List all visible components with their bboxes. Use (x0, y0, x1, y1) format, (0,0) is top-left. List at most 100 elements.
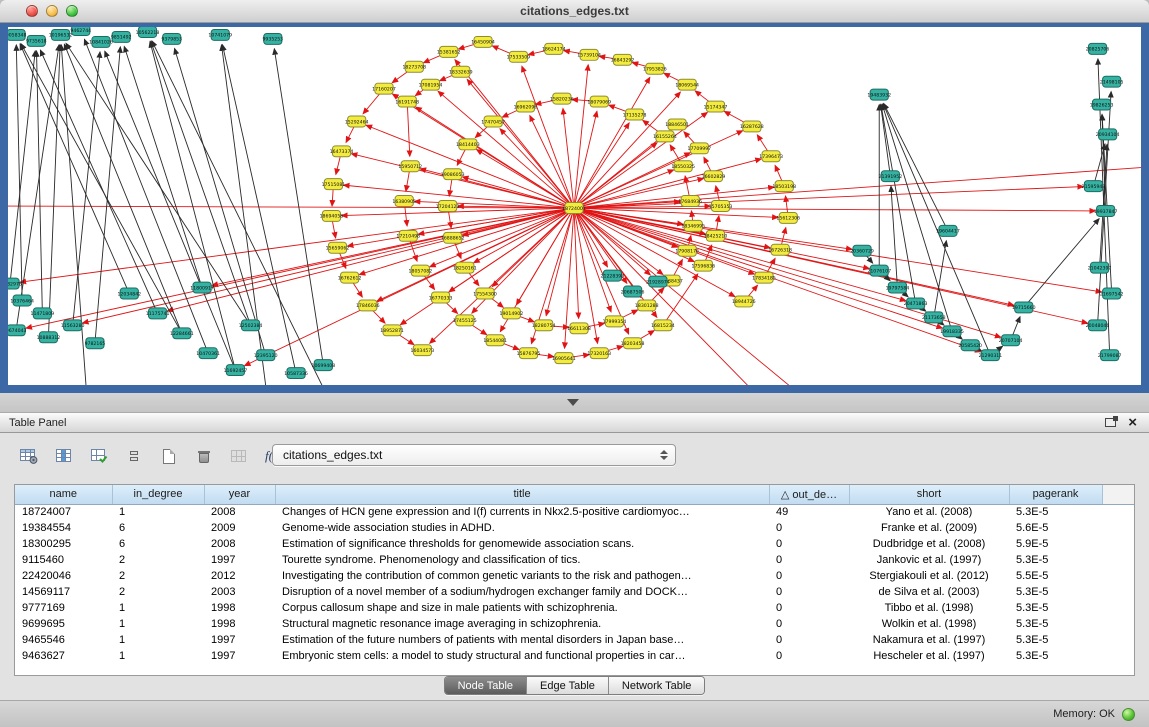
graph-node[interactable]: 16770333 (429, 292, 453, 303)
table-cell[interactable]: Structural magnetic resonance image aver… (275, 616, 769, 632)
column-header-in_degree[interactable]: in_degree (112, 485, 204, 504)
table-cell[interactable]: 0 (769, 632, 849, 648)
graph-node[interactable]: 17684936 (678, 196, 702, 207)
graph-node[interactable]: 9674043 (8, 325, 26, 336)
graph-node[interactable]: 19918335 (940, 326, 964, 337)
graph-node[interactable]: 10741079 (208, 29, 232, 40)
splitter-handle-icon[interactable] (567, 399, 579, 406)
graph-node[interactable]: 19715660 (1012, 302, 1036, 313)
table-cell[interactable]: Genome-wide association studies in ADHD. (275, 520, 769, 536)
graph-node[interactable]: 18250161 (453, 262, 477, 273)
graph-node[interactable]: 17596836 (692, 260, 716, 271)
graph-node[interactable]: 16962096 (514, 101, 538, 112)
table-cell[interactable]: 0 (769, 600, 849, 616)
table-cell[interactable]: 2 (112, 552, 204, 568)
graph-node[interactable]: 9379853 (161, 33, 182, 44)
graph-node[interactable]: 15820236 (550, 93, 574, 104)
graph-node[interactable]: 12395120 (254, 350, 278, 361)
new-column-icon[interactable] (86, 444, 112, 468)
graph-node[interactable]: 17834185 (752, 272, 776, 283)
graph-node[interactable]: 17846036 (356, 300, 380, 311)
column-header-short[interactable]: short (849, 485, 1009, 504)
table-cell[interactable]: 22420046 (15, 568, 112, 584)
table-cell[interactable]: 0 (769, 552, 849, 568)
close-button[interactable] (26, 5, 38, 17)
graph-node[interactable]: 18057082 (409, 265, 433, 276)
table-cell[interactable]: 49 (769, 504, 849, 520)
graph-node[interactable]: 10562218 (136, 27, 160, 37)
graph-node[interactable]: 16726318 (768, 244, 792, 255)
splitter[interactable] (0, 393, 1149, 412)
graph-node[interactable]: 12034842 (117, 288, 141, 299)
table-cell[interactable]: 1 (112, 616, 204, 632)
graph-node[interactable]: 21391952 (879, 171, 903, 182)
graph-node[interactable]: 16888652 (441, 232, 465, 243)
column-header-title[interactable]: title (275, 485, 769, 504)
delete-table-icon[interactable] (191, 444, 217, 468)
graph-node[interactable]: 16843292 (611, 54, 635, 65)
graph-node[interactable]: 16602829 (702, 171, 726, 182)
graph-node[interactable]: 16611308 (567, 323, 591, 334)
graph-node[interactable]: 20707104 (999, 335, 1023, 346)
tab-node-table[interactable]: Node Table (445, 677, 527, 694)
table-cell[interactable]: 5.3E-5 (1009, 616, 1102, 632)
graph-node[interactable]: 17320163 (587, 348, 611, 359)
graph-node[interactable]: 18694058 (320, 210, 344, 221)
table-cell[interactable]: 5.3E-5 (1009, 600, 1102, 616)
graph-node[interactable]: 15950712 (398, 161, 422, 172)
graph-node[interactable]: 16191748 (395, 96, 419, 107)
graph-node[interactable]: 18724007 (562, 203, 586, 214)
table-cell[interactable]: 9699695 (15, 616, 112, 632)
graph-node[interactable]: 15705353 (709, 201, 733, 212)
table-cell[interactable]: Franke et al. (2009) (849, 520, 1009, 536)
graph-node[interactable]: 11563280 (61, 320, 85, 331)
close-panel-icon[interactable]: × (1128, 418, 1137, 428)
graph-node[interactable]: 18301288 (635, 300, 659, 311)
graph-node[interactable]: 17455125 (453, 315, 477, 326)
table-cell[interactable]: 9463627 (15, 648, 112, 664)
graph-node[interactable]: 17908176 (675, 245, 699, 256)
table-cell[interactable]: 5.5E-5 (1009, 568, 1102, 584)
table-cell[interactable]: 5.3E-5 (1009, 504, 1102, 520)
graph-node[interactable]: 18346995 (681, 220, 705, 231)
graph-node[interactable]: 19937847 (1094, 206, 1118, 217)
graph-node[interactable]: 19797584 (886, 282, 910, 293)
graph-node[interactable]: 21173658 (922, 312, 946, 323)
table-cell[interactable]: 5.9E-5 (1009, 536, 1102, 552)
zoom-button[interactable] (66, 5, 78, 17)
graph-node[interactable]: 19826253 (1090, 99, 1114, 110)
graph-node[interactable]: 17533509 (507, 51, 531, 62)
graph-node[interactable]: 16473374 (330, 146, 354, 157)
table-cell[interactable]: 0 (769, 520, 849, 536)
graph-node[interactable]: 16762612 (338, 272, 362, 283)
table-cell[interactable]: Stergiakouli et al. (2012) (849, 568, 1009, 584)
table-cell[interactable]: 2003 (204, 584, 275, 600)
import-table-icon[interactable] (226, 444, 252, 468)
graph-node[interactable]: 9735618 (26, 35, 47, 46)
graph-node[interactable]: 18414403 (456, 139, 480, 150)
graph-node[interactable]: 21498105 (1100, 76, 1124, 87)
graph-node[interactable]: 9782165 (85, 338, 106, 349)
graph-node[interactable]: 11175741 (146, 308, 170, 319)
graph-node[interactable]: 15659062 (326, 242, 350, 253)
table-cell[interactable]: Estimation of the future numbers of pati… (275, 632, 769, 648)
table-cell[interactable]: 1997 (204, 632, 275, 648)
graph-node[interactable]: 11800917 (190, 282, 214, 293)
network-canvas-svg[interactable]: 1872400717684936185503251615526417135278… (8, 27, 1141, 385)
graph-node[interactable]: 20585420 (958, 340, 982, 351)
graph-node[interactable]: 19483932 (867, 89, 891, 100)
table-cell[interactable]: de Silva et al. (2003) (849, 584, 1009, 600)
table-cell[interactable]: Jankovic et al. (1997) (849, 552, 1009, 568)
graph-node[interactable]: 16155264 (653, 131, 677, 142)
table-cell[interactable]: Corpus callosum shape and size in male p… (275, 600, 769, 616)
table-cell[interactable]: 0 (769, 536, 849, 552)
graph-node[interactable]: 18273708 (402, 61, 426, 72)
graph-node[interactable]: 15739104 (577, 49, 601, 60)
graph-node[interactable]: 21697542 (1100, 288, 1124, 299)
column-header-out_de[interactable]: △ out_de… (769, 485, 849, 504)
table-row[interactable]: 1938455462009Genome-wide association stu… (15, 520, 1135, 536)
graph-node[interactable]: 18425210 (704, 230, 728, 241)
graph-node[interactable]: 15292464 (345, 116, 369, 127)
table-cell[interactable]: 19384554 (15, 520, 112, 536)
graph-node[interactable]: 18624174 (542, 43, 566, 54)
